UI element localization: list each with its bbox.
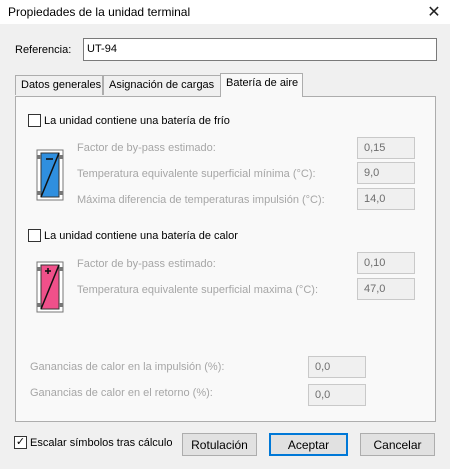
scale-symbols-label: Escalar símbolos tras cálculo: [30, 436, 173, 449]
cooling-coil-icon: [36, 149, 64, 201]
window-title: Propiedades de la unidad terminal: [8, 5, 191, 19]
close-icon: ✕: [427, 4, 441, 21]
reference-label: Referencia:: [15, 44, 72, 56]
cold-max-diff-label: Máxima diferencia de temperaturas impuls…: [77, 194, 325, 206]
heat-max-temp-field[interactable]: 47,0: [357, 278, 415, 300]
close-button[interactable]: ✕: [418, 0, 450, 24]
heating-coil-icon: [36, 261, 64, 313]
cold-bypass-label: Factor de by-pass estimado:: [77, 142, 216, 154]
accept-button[interactable]: Aceptar: [269, 433, 348, 456]
cold-coil-checkbox-label: La unidad contiene una batería de frío: [44, 114, 230, 127]
cancel-button[interactable]: Cancelar: [360, 433, 435, 456]
scale-symbols-row[interactable]: ✓ Escalar símbolos tras cálculo: [14, 436, 172, 449]
reference-input[interactable]: UT-94: [83, 38, 437, 61]
cold-min-temp-label: Temperatura equivalente superficial míni…: [77, 168, 316, 180]
gain-supply-label: Ganancias de calor en la impulsión (%):: [30, 361, 225, 373]
gain-return-label: Ganancias de calor en el retorno (%):: [30, 387, 213, 399]
heat-coil-checkbox[interactable]: [28, 229, 41, 242]
tab-label: Datos generales: [21, 79, 102, 91]
check-mark-icon: ✓: [15, 436, 26, 448]
tab-label: Batería de aire: [226, 77, 299, 89]
tab-asignacion-cargas[interactable]: Asignación de cargas: [103, 75, 221, 95]
tab-label: Asignación de cargas: [109, 79, 215, 91]
cold-bypass-field[interactable]: 0,15: [357, 137, 415, 159]
heat-bypass-label: Factor de by-pass estimado:: [77, 258, 216, 270]
heat-coil-checkbox-label: La unidad contiene una batería de calor: [44, 229, 238, 242]
gain-return-field[interactable]: 0,0: [308, 384, 366, 406]
rotulacion-button[interactable]: Rotulación: [182, 433, 257, 456]
heat-coil-checkbox-row[interactable]: La unidad contiene una batería de calor: [28, 229, 238, 242]
scale-symbols-checkbox[interactable]: ✓: [14, 436, 27, 449]
tab-datos-generales[interactable]: Datos generales: [15, 75, 103, 95]
heat-bypass-field[interactable]: 0,10: [357, 252, 415, 274]
tab-bateria-aire[interactable]: Batería de aire: [220, 73, 303, 97]
title-bar: Propiedades de la unidad terminal ✕: [0, 0, 450, 24]
gain-supply-field[interactable]: 0,0: [308, 356, 366, 378]
tab-panel-bateria-aire: La unidad contiene una batería de frío F…: [15, 96, 436, 422]
cold-coil-checkbox[interactable]: [28, 114, 41, 127]
heat-max-temp-label: Temperatura equivalente superficial maxi…: [77, 284, 318, 296]
cold-coil-checkbox-row[interactable]: La unidad contiene una batería de frío: [28, 114, 230, 127]
cold-min-temp-field[interactable]: 9,0: [357, 162, 415, 184]
cold-max-diff-field[interactable]: 14,0: [357, 188, 415, 210]
